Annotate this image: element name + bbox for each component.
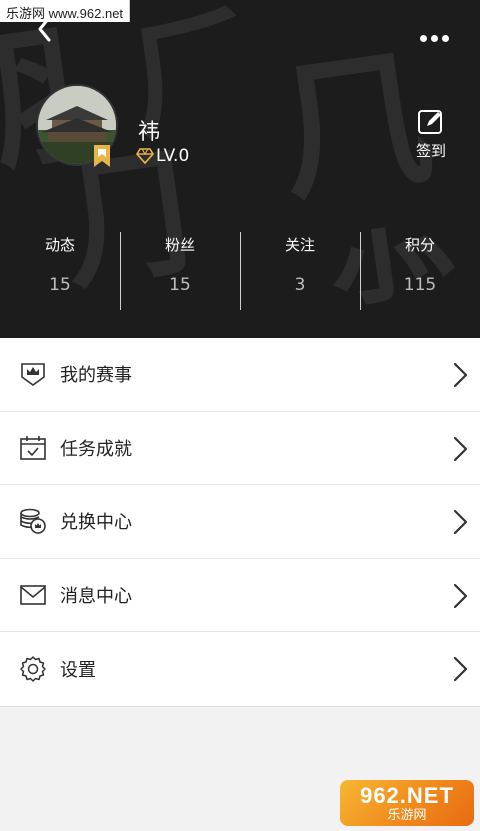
crown-shield-icon (19, 360, 47, 388)
menu-label: 我的赛事 (60, 365, 132, 387)
dot-icon (430, 34, 438, 42)
bookmark-badge-icon (92, 144, 112, 168)
username: 祎 (138, 120, 161, 145)
stat-points[interactable]: 积分 115 (360, 230, 480, 310)
diamond-icon (136, 148, 154, 165)
profile-page: ⺼ ⺁ ⺇ ⺆ ⺗ 乐游网 www.962.net (0, 0, 480, 831)
menu-label: 兑换中心 (60, 512, 132, 534)
menu-item-message-center[interactable]: 消息中心 (0, 559, 480, 633)
watermark-sub-text: 乐游网 (387, 807, 427, 823)
stat-value: 3 (294, 275, 306, 295)
menu-label: 消息中心 (60, 586, 132, 608)
gear-icon (19, 655, 47, 683)
coins-icon (19, 507, 47, 535)
watermark-main-text: 962.NET (360, 782, 454, 808)
menu-item-settings[interactable]: 设置 (0, 632, 480, 706)
level-text: LV.0 (156, 146, 190, 166)
chevron-right-icon (453, 657, 468, 682)
stat-posts[interactable]: 动态 15 (0, 230, 120, 310)
stat-following[interactable]: 关注 3 (240, 230, 360, 310)
watermark-bottom-logo: 962.NET 乐游网 (340, 780, 474, 826)
checkin-label: 签到 (415, 142, 446, 160)
menu-list: 我的赛事 任务成就 兑换中心 消息中心 设置 (0, 338, 480, 707)
dot-icon (441, 34, 449, 42)
profile-header: ⺼ ⺁ ⺇ ⺆ ⺗ 乐游网 www.962.net (0, 0, 480, 338)
checkin-button[interactable]: 签到 (406, 108, 456, 161)
menu-label: 设置 (60, 660, 96, 682)
menu-label: 任务成就 (60, 438, 132, 460)
back-button[interactable] (30, 14, 60, 44)
stat-label: 积分 (404, 236, 435, 254)
back-arrow-icon (38, 16, 51, 42)
more-options-button[interactable] (414, 26, 454, 50)
menu-item-exchange-center[interactable]: 兑换中心 (0, 485, 480, 559)
edit-note-icon (418, 110, 442, 134)
stat-value: 15 (169, 275, 191, 295)
stat-value: 15 (49, 275, 71, 295)
dot-icon (419, 34, 427, 42)
stats-row: 动态 15 粉丝 15 关注 3 积分 115 (0, 230, 480, 310)
stat-label: 粉丝 (164, 236, 195, 254)
calendar-check-icon (19, 434, 47, 462)
menu-item-tasks-achievements[interactable]: 任务成就 (0, 412, 480, 486)
chevron-right-icon (453, 436, 468, 461)
level-display: LV.0 (136, 146, 189, 166)
chevron-right-icon (453, 583, 468, 608)
watermark-top: 乐游网 www.962.net (0, 0, 131, 22)
menu-item-my-events[interactable]: 我的赛事 (0, 338, 480, 412)
stat-label: 动态 (44, 236, 75, 254)
stat-label: 关注 (284, 236, 315, 254)
mail-icon (19, 581, 47, 609)
chevron-right-icon (453, 362, 468, 388)
stat-fans[interactable]: 粉丝 15 (120, 230, 240, 310)
chevron-right-icon (453, 510, 468, 535)
stat-value: 115 (403, 275, 437, 295)
